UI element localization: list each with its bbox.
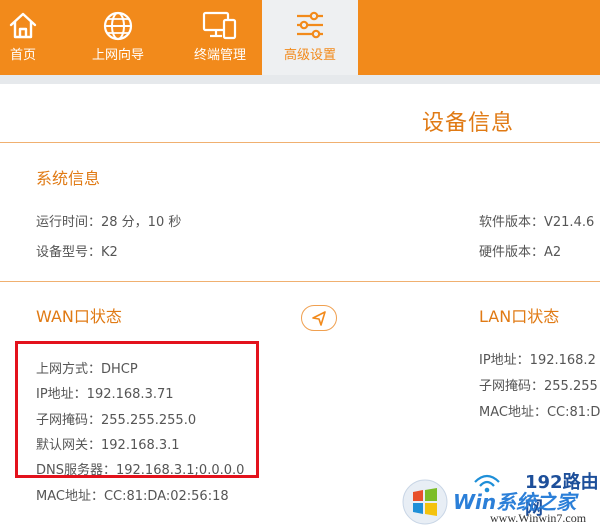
system-info-heading: 系统信息 <box>36 169 101 188</box>
nav-home-label: 首页 <box>9 48 36 63</box>
nav-home[interactable]: 首页 <box>0 0 46 75</box>
uptime-text: 运行时间：28 分，10 秒 <box>36 215 182 230</box>
model-text: 设备型号：K2 <box>36 245 118 260</box>
nav-advanced-settings[interactable]: 高级设置 <box>262 0 358 75</box>
divider <box>0 281 600 282</box>
nav-advanced-settings-label: 高级设置 <box>283 48 336 63</box>
devices-icon <box>202 10 238 44</box>
lan-status-heading: LAN口状态 <box>479 307 560 326</box>
watermark: 192路由网 Win系统之家 www.Winwin7.com <box>395 468 600 528</box>
lan-ip-address: IP地址：192.168.2 <box>479 353 596 368</box>
wan-status-heading: WAN口状态 <box>36 307 122 326</box>
software-version-text: 软件版本：V21.4.6 <box>479 215 595 230</box>
lan-mac-address: MAC地址：CC:81:D <box>479 405 600 420</box>
home-icon <box>8 10 38 44</box>
nav-setup-wizard[interactable]: 上网向导 <box>82 0 154 75</box>
lan-subnet-mask: 子网掩码：255.255 <box>479 379 598 394</box>
sliders-icon <box>294 10 326 44</box>
highlight-box <box>15 341 259 478</box>
nav-underbar <box>0 75 600 84</box>
divider <box>0 142 600 143</box>
wan-mac-address: MAC地址：CC:81:DA:02:56:18 <box>36 489 229 504</box>
send-button[interactable] <box>301 305 337 331</box>
nav-setup-wizard-label: 上网向导 <box>91 48 144 63</box>
globe-icon <box>102 10 134 46</box>
watermark-url: www.Winwin7.com <box>490 511 587 525</box>
send-icon <box>312 311 326 326</box>
nav-device-management-label: 终端管理 <box>193 48 246 63</box>
top-nav-bar: 首页 上网向导 终端管理 高级设置 <box>0 0 600 75</box>
page-title: 设备信息 <box>422 111 515 136</box>
nav-device-management[interactable]: 终端管理 <box>178 0 262 75</box>
hardware-version-text: 硬件版本：A2 <box>479 245 562 260</box>
